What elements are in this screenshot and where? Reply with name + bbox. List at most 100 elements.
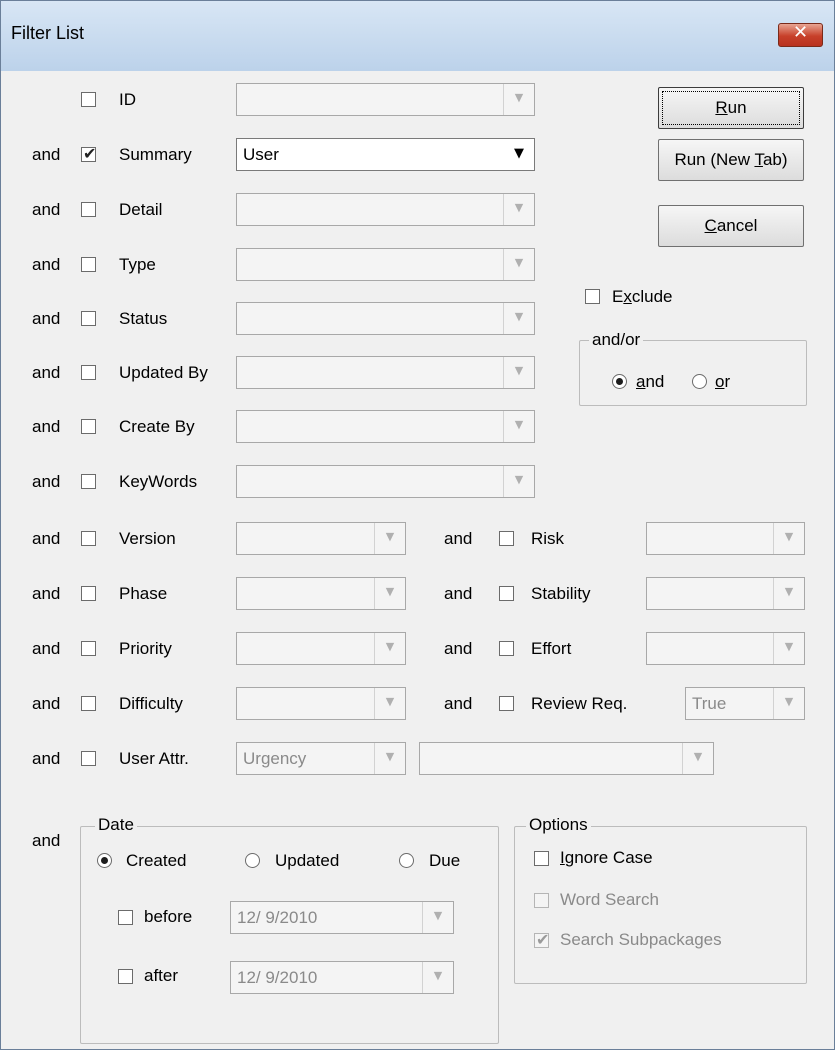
- id-checkbox[interactable]: [81, 92, 96, 107]
- id-label[interactable]: ID: [119, 90, 136, 110]
- user-attr-value-dropdown-arrow[interactable]: ▼: [682, 743, 713, 774]
- due-radio[interactable]: [399, 853, 414, 868]
- review-req-dropdown[interactable]: True ▼: [685, 687, 805, 720]
- priority-dropdown-arrow[interactable]: ▼: [374, 633, 405, 664]
- after-date-arrow[interactable]: ▼: [422, 962, 453, 993]
- before-label[interactable]: before: [144, 907, 192, 927]
- updated-radio[interactable]: [245, 853, 260, 868]
- user-attr-name-dropdown[interactable]: Urgency ▼: [236, 742, 406, 775]
- create-by-dropdown[interactable]: ▼: [236, 410, 535, 443]
- ignore-case-label[interactable]: Ignore Case: [560, 848, 653, 868]
- due-label[interactable]: Due: [429, 851, 460, 871]
- phase-conj-label: and: [32, 584, 61, 603]
- type-dropdown-arrow[interactable]: ▼: [503, 249, 534, 280]
- user-attr-name-dropdown-arrow[interactable]: ▼: [374, 743, 405, 774]
- before-date-arrow[interactable]: ▼: [422, 902, 453, 933]
- priority-dropdown[interactable]: ▼: [236, 632, 406, 665]
- summary-dropdown-arrow[interactable]: ▼: [504, 139, 534, 170]
- exclude-checkbox[interactable]: [585, 289, 600, 304]
- status-label[interactable]: Status: [119, 309, 167, 329]
- version-dropdown[interactable]: ▼: [236, 522, 406, 555]
- keywords-dropdown[interactable]: ▼: [236, 465, 535, 498]
- difficulty-dropdown[interactable]: ▼: [236, 687, 406, 720]
- phase-dropdown[interactable]: ▼: [236, 577, 406, 610]
- created-radio[interactable]: [97, 853, 112, 868]
- keywords-dropdown-arrow[interactable]: ▼: [503, 466, 534, 497]
- type-label[interactable]: Type: [119, 255, 156, 275]
- stability-dropdown-arrow[interactable]: ▼: [773, 578, 804, 609]
- phase-dropdown-arrow[interactable]: ▼: [374, 578, 405, 609]
- summary-checkbox[interactable]: ✔: [81, 144, 96, 163]
- updated-label[interactable]: Updated: [275, 851, 339, 871]
- effort-dropdown-arrow[interactable]: ▼: [773, 633, 804, 664]
- risk-dropdown[interactable]: ▼: [646, 522, 805, 555]
- keywords-checkbox[interactable]: [81, 474, 96, 489]
- stability-label[interactable]: Stability: [531, 584, 591, 604]
- before-date-picker[interactable]: 12/ 9/2010 ▼: [230, 901, 454, 934]
- run-new-tab-button[interactable]: Run (New Tab): [658, 139, 804, 181]
- difficulty-dropdown-arrow[interactable]: ▼: [374, 688, 405, 719]
- create-by-dropdown-arrow[interactable]: ▼: [503, 411, 534, 442]
- create-by-label[interactable]: Create By: [119, 417, 195, 437]
- review-req-dropdown-arrow[interactable]: ▼: [773, 688, 804, 719]
- phase-label[interactable]: Phase: [119, 584, 167, 604]
- after-label[interactable]: after: [144, 966, 178, 986]
- effort-label[interactable]: Effort: [531, 639, 571, 659]
- user-attr-checkbox[interactable]: [81, 751, 96, 766]
- effort-dropdown[interactable]: ▼: [646, 632, 805, 665]
- id-dropdown-arrow[interactable]: ▼: [503, 84, 534, 115]
- difficulty-label[interactable]: Difficulty: [119, 694, 183, 714]
- detail-dropdown[interactable]: ▼: [236, 193, 535, 226]
- difficulty-checkbox[interactable]: [81, 696, 96, 711]
- stability-checkbox[interactable]: [499, 586, 514, 601]
- version-dropdown-arrow[interactable]: ▼: [374, 523, 405, 554]
- priority-checkbox[interactable]: [81, 641, 96, 656]
- create-by-checkbox[interactable]: [81, 419, 96, 434]
- status-dropdown-arrow[interactable]: ▼: [503, 303, 534, 334]
- user-attr-value-dropdown[interactable]: ▼: [419, 742, 714, 775]
- id-dropdown[interactable]: ▼: [236, 83, 535, 116]
- and-radio[interactable]: [612, 374, 627, 389]
- created-label[interactable]: Created: [126, 851, 186, 871]
- before-checkbox[interactable]: [118, 910, 133, 925]
- detail-checkbox[interactable]: [81, 202, 96, 217]
- exclude-label[interactable]: Exclude: [612, 287, 672, 307]
- type-checkbox[interactable]: [81, 257, 96, 272]
- updated-by-label[interactable]: Updated By: [119, 363, 208, 383]
- and-radio-label[interactable]: and: [636, 372, 664, 392]
- updated-by-dropdown-arrow[interactable]: ▼: [503, 357, 534, 388]
- version-checkbox[interactable]: [81, 531, 96, 546]
- effort-checkbox[interactable]: [499, 641, 514, 656]
- user-attr-label[interactable]: User Attr.: [119, 749, 189, 769]
- updated-by-dropdown[interactable]: ▼: [236, 356, 535, 389]
- detail-dropdown-arrow[interactable]: ▼: [503, 194, 534, 225]
- priority-label[interactable]: Priority: [119, 639, 172, 659]
- run-button[interactable]: Run: [658, 87, 804, 129]
- risk-label[interactable]: Risk: [531, 529, 564, 549]
- risk-dropdown-arrow[interactable]: ▼: [773, 523, 804, 554]
- review-req-checkbox[interactable]: [499, 696, 514, 711]
- ignore-case-checkbox[interactable]: [534, 851, 549, 866]
- chevron-down-icon: ▼: [514, 91, 524, 104]
- or-radio-label[interactable]: or: [715, 372, 730, 392]
- status-dropdown[interactable]: ▼: [236, 302, 535, 335]
- title-bar[interactable]: Filter List ✕: [1, 1, 834, 71]
- type-dropdown[interactable]: ▼: [236, 248, 535, 281]
- review-req-label[interactable]: Review Req.: [531, 694, 627, 714]
- summary-dropdown[interactable]: User ▼: [236, 138, 535, 171]
- after-date-picker[interactable]: 12/ 9/2010 ▼: [230, 961, 454, 994]
- status-checkbox[interactable]: [81, 311, 96, 326]
- close-button[interactable]: ✕: [778, 22, 823, 47]
- or-radio[interactable]: [692, 374, 707, 389]
- phase-checkbox[interactable]: [81, 586, 96, 601]
- detail-label[interactable]: Detail: [119, 200, 162, 220]
- stability-dropdown[interactable]: ▼: [646, 577, 805, 610]
- updated-by-checkbox[interactable]: [81, 365, 96, 380]
- after-checkbox[interactable]: [118, 969, 133, 984]
- version-label[interactable]: Version: [119, 529, 176, 549]
- cancel-button[interactable]: Cancel: [658, 205, 804, 247]
- summary-label[interactable]: Summary: [119, 145, 192, 165]
- risk-checkbox[interactable]: [499, 531, 514, 546]
- window-title: Filter List: [11, 23, 85, 43]
- keywords-label[interactable]: KeyWords: [119, 472, 197, 492]
